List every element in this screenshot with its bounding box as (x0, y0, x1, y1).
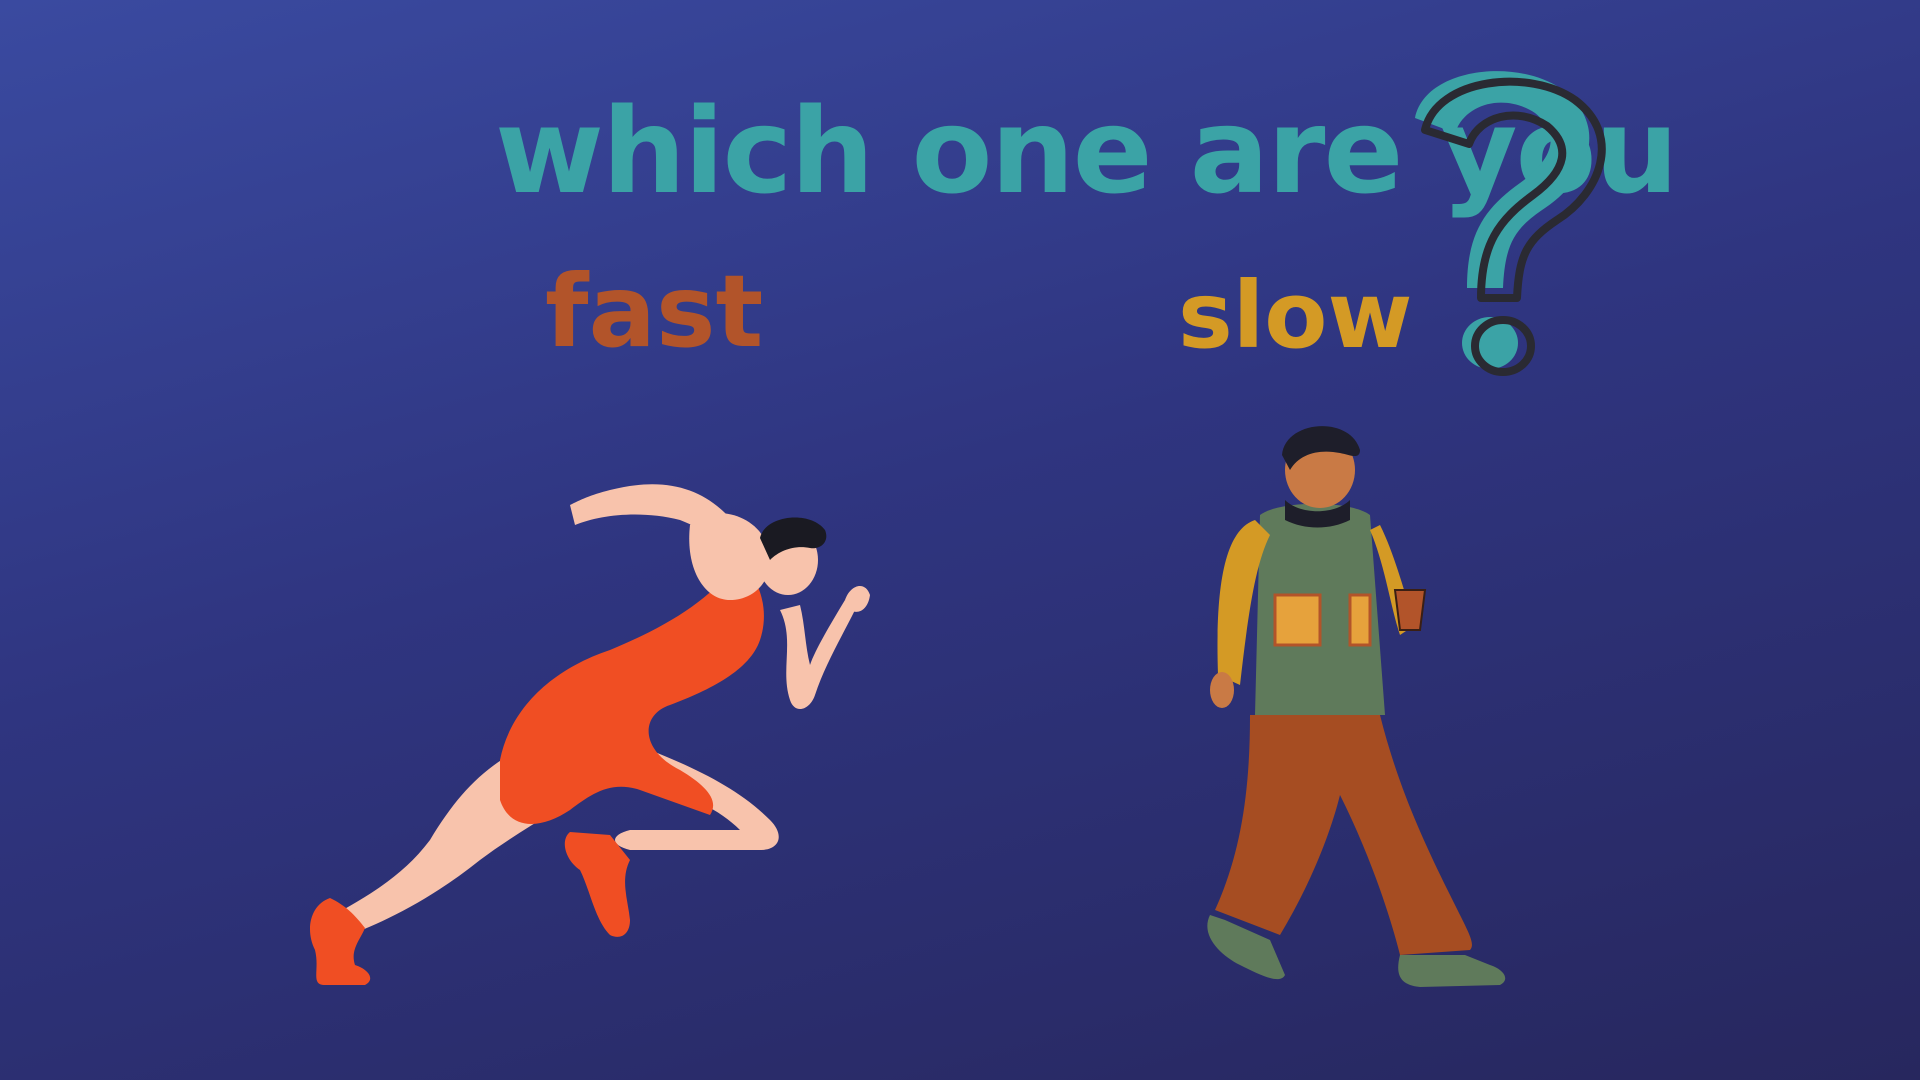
walking-man-illustration (1207, 426, 1506, 987)
question-mark-icon (1415, 71, 1606, 376)
option-fast-label: fast (545, 253, 764, 370)
heading-title: which one are you (495, 82, 1679, 220)
sprinter-illustration (310, 484, 870, 985)
option-slow-label: slow (1178, 262, 1413, 369)
